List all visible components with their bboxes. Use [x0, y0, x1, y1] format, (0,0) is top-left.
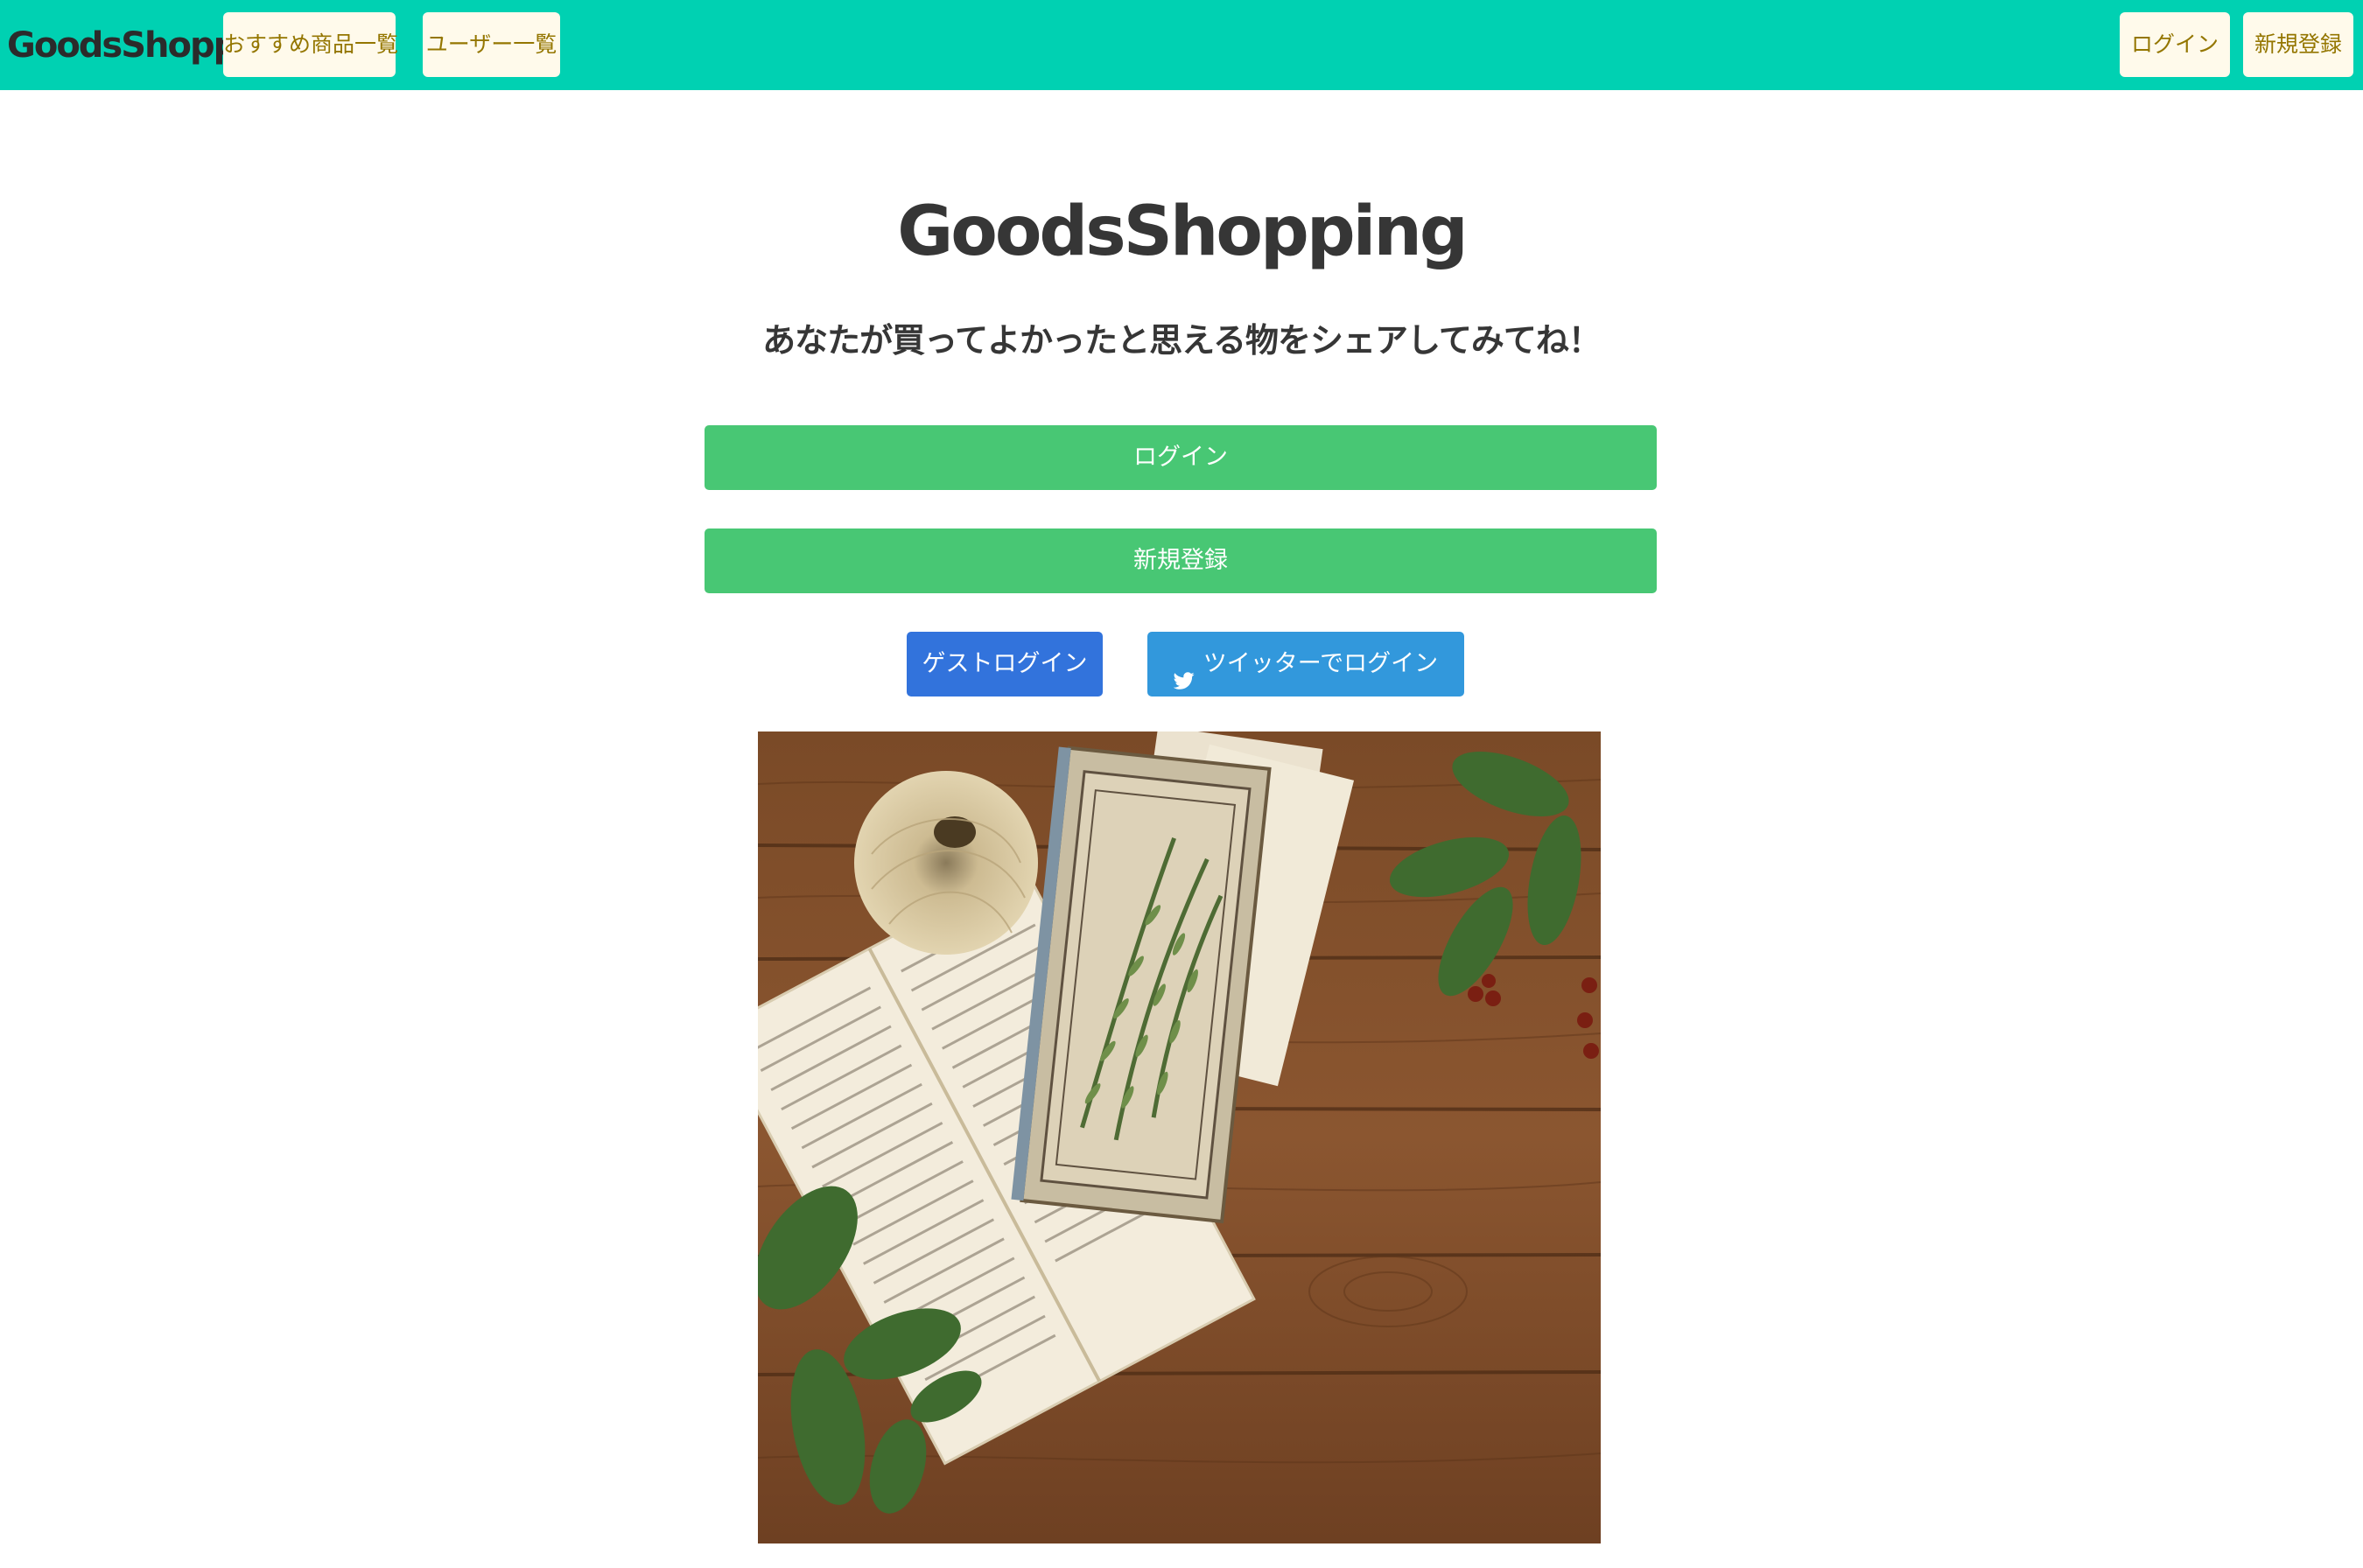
nav-signup-button[interactable]: 新規登録 [2243, 12, 2353, 77]
nav-login-button[interactable]: ログイン [2120, 12, 2230, 77]
signup-button[interactable]: 新規登録 [705, 528, 1657, 593]
twitter-login-button[interactable]: ツイッターでログイン [1147, 632, 1464, 696]
twitter-bird-icon [1173, 652, 1195, 690]
twitter-login-label: ツイッターでログイン [1203, 650, 1439, 677]
hero-subtitle: あなたが買ってよかったと思える物をシェアしてみてね！ [762, 321, 1602, 360]
hero-image-books-and-herbs [758, 732, 1601, 1544]
nav-user-list-button[interactable]: ユーザー一覧 [423, 12, 560, 77]
nav-recommended-items-button[interactable]: おすすめ商品一覧 [223, 12, 398, 77]
login-button[interactable]: ログイン [705, 425, 1657, 490]
hero-title: GoodsShopping [897, 192, 1469, 271]
hero-image-illustration [758, 732, 1601, 1544]
top-navbar: GoodsShopping おすすめ商品一覧 ユーザー一覧 ログイン 新規登録 [0, 0, 2363, 90]
guest-login-button[interactable]: ゲストログイン [907, 632, 1103, 696]
